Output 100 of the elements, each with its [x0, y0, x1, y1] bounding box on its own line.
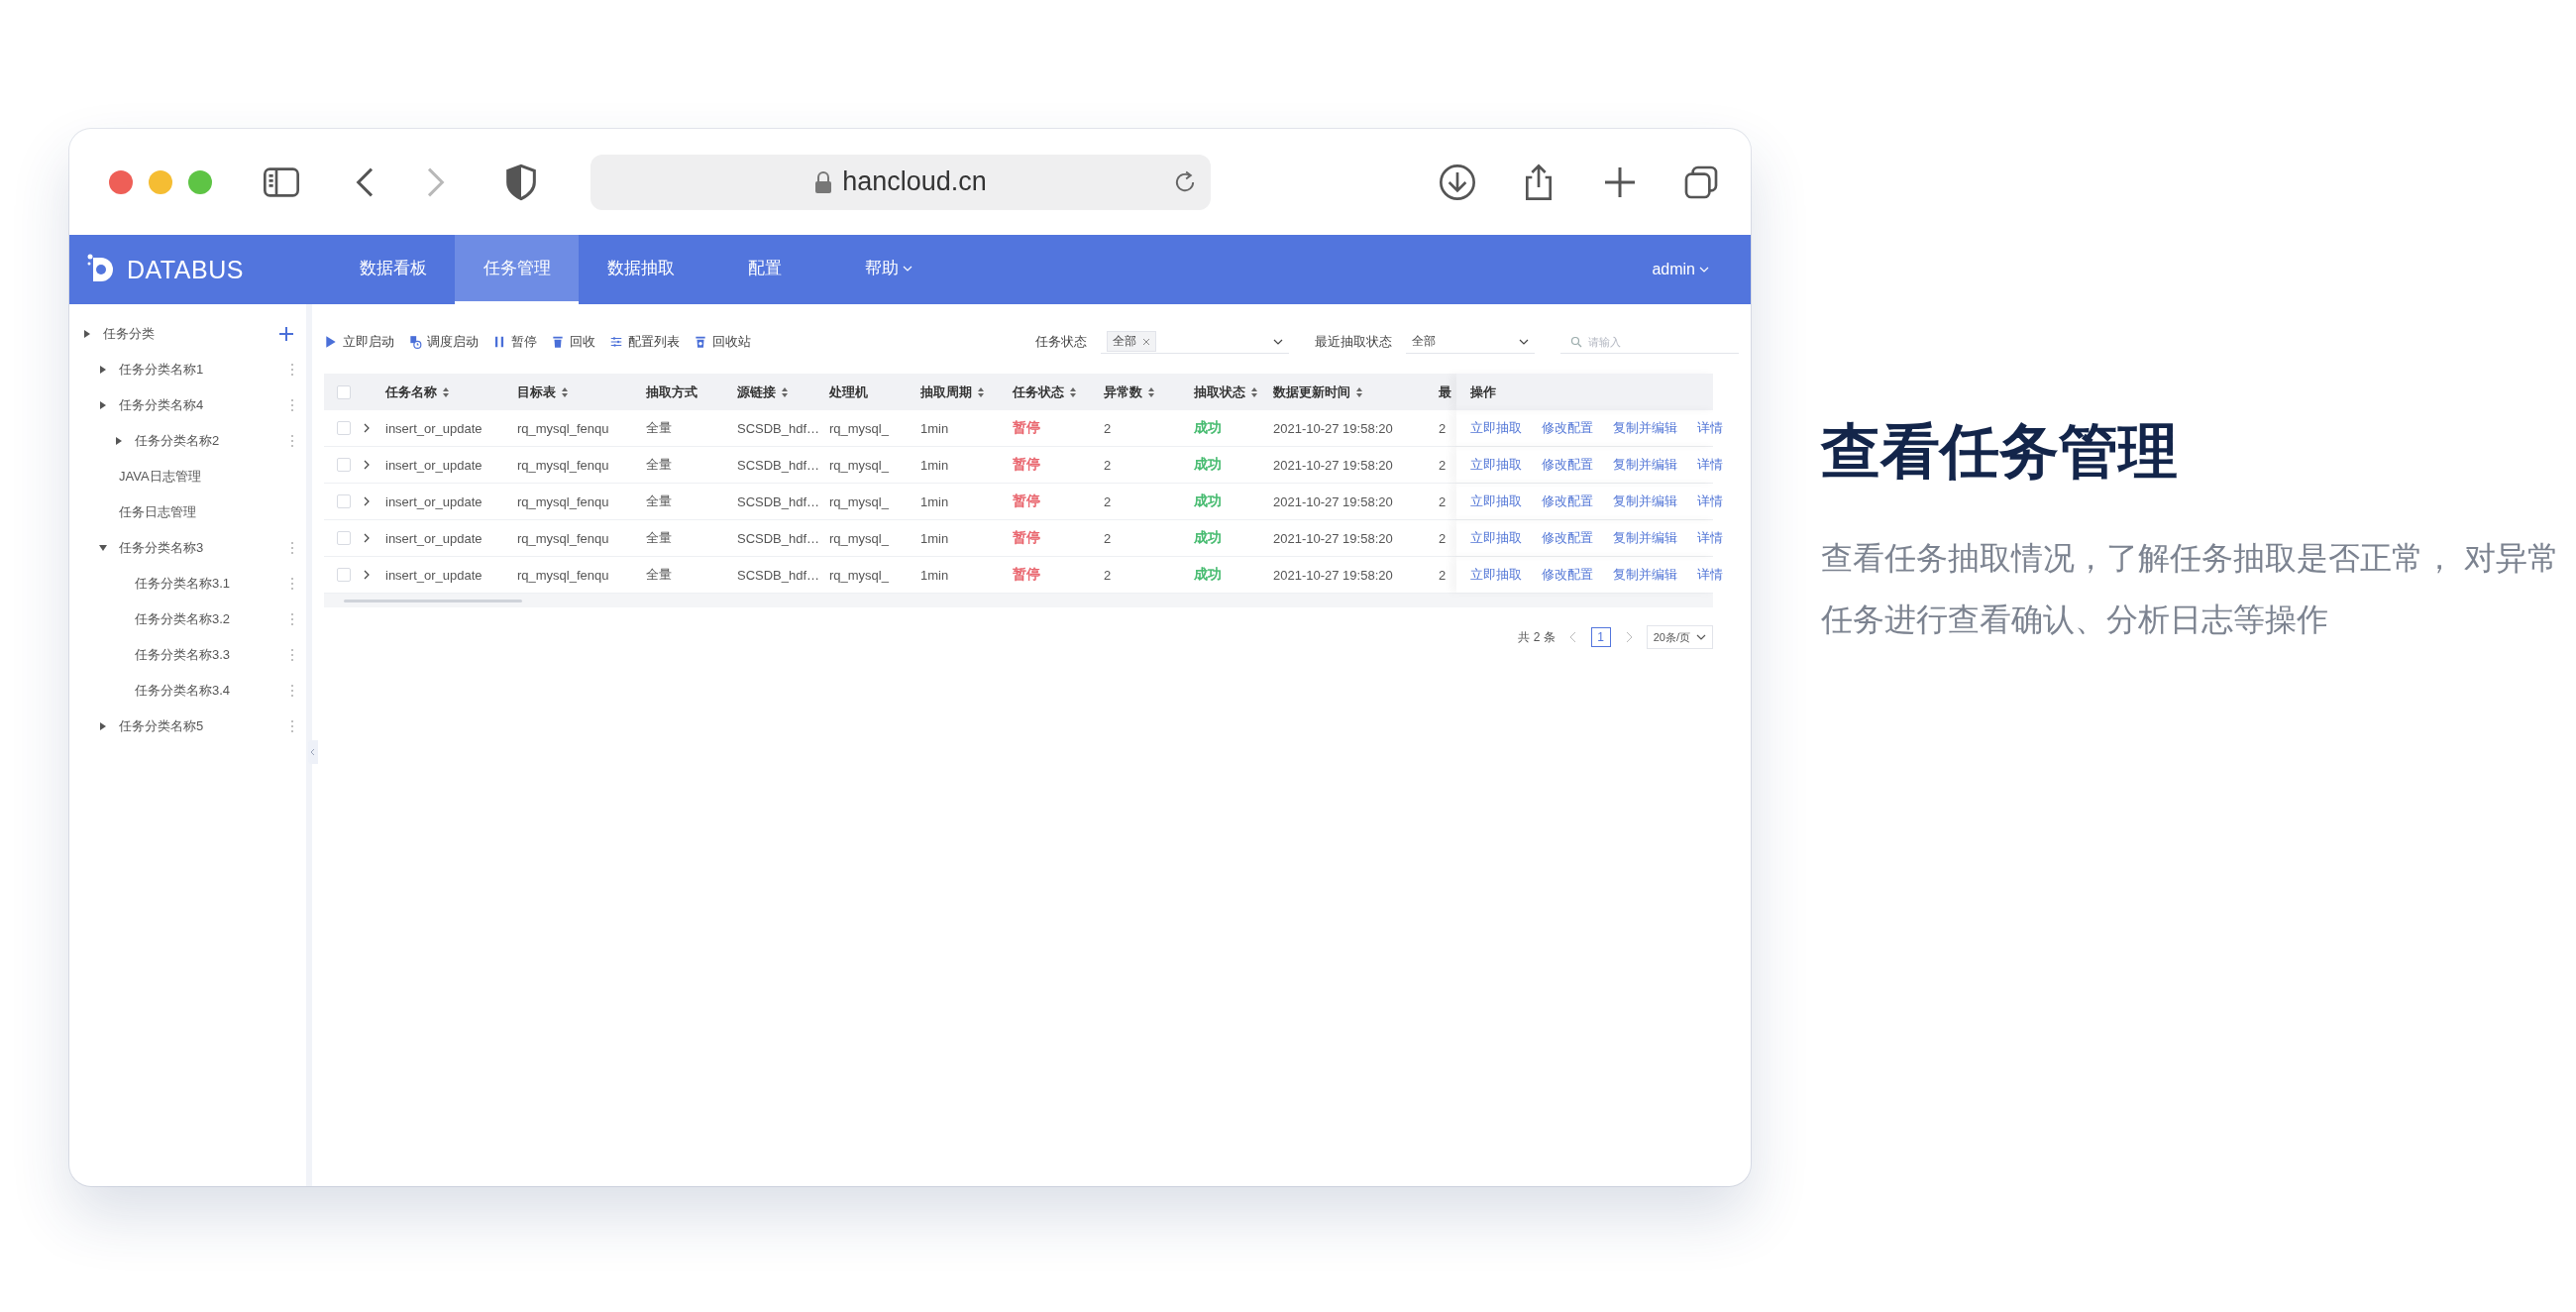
tree-item[interactable]: 任务分类名称5 — [119, 717, 204, 735]
expand-icon[interactable] — [364, 533, 371, 543]
page-size-select[interactable]: 20条/页 — [1646, 625, 1713, 649]
table-cell: 全量 — [646, 566, 672, 584]
page-button[interactable]: 1 — [1590, 627, 1611, 647]
tree-item[interactable]: 任务分类名称3.4 — [135, 682, 231, 700]
action-link[interactable]: 详情 — [1697, 566, 1723, 584]
tree-item[interactable]: 任务分类名称1 — [119, 361, 204, 379]
sort-icon[interactable] — [1069, 385, 1077, 398]
checkbox[interactable] — [337, 384, 351, 399]
toolbar-button[interactable]: 暂停 — [492, 333, 537, 351]
checkbox[interactable] — [337, 421, 351, 435]
expand-icon[interactable] — [364, 460, 371, 470]
action-link[interactable]: 立即抽取 — [1470, 492, 1522, 510]
checkbox[interactable] — [337, 458, 351, 472]
toolbar-button[interactable]: 配置列表 — [609, 333, 680, 351]
nav-tab[interactable]: 帮助 — [826, 235, 950, 304]
close-icon[interactable] — [1142, 337, 1150, 346]
column-header[interactable]: 数据更新时间 — [1273, 383, 1350, 401]
tree-item[interactable]: 任务日志管理 — [119, 503, 196, 521]
expand-icon[interactable] — [364, 496, 371, 506]
table-cell: 成功 — [1194, 419, 1222, 437]
column-header[interactable]: 异常数 — [1104, 383, 1142, 401]
table-cell: 1min — [920, 530, 949, 546]
column-header[interactable]: 任务名称 — [385, 383, 437, 401]
action-link[interactable]: 立即抽取 — [1470, 566, 1522, 584]
nav-tab[interactable]: 数据抽取 — [579, 235, 702, 304]
toolbar-button[interactable]: 回收站 — [694, 333, 751, 351]
tree-item[interactable]: JAVA日志管理 — [119, 468, 201, 486]
scrollbar[interactable] — [344, 599, 522, 602]
trash-icon — [694, 335, 707, 349]
table-cell: rq_mysql_fenqu — [517, 420, 609, 436]
nav-tab[interactable]: 数据看板 — [331, 235, 455, 304]
action-link[interactable]: 修改配置 — [1542, 492, 1593, 510]
expand-icon[interactable] — [364, 423, 371, 433]
column-header[interactable]: 抽取周期 — [920, 383, 972, 401]
sort-icon[interactable] — [1250, 385, 1258, 398]
action-link[interactable]: 详情 — [1697, 529, 1723, 547]
action-link[interactable]: 详情 — [1697, 419, 1723, 437]
sort-icon[interactable] — [1147, 385, 1155, 398]
table-cell: SCSDB_hdf… — [737, 457, 820, 473]
tree-item[interactable]: 任务分类名称2 — [135, 432, 220, 450]
sort-icon[interactable] — [977, 385, 985, 398]
action-link[interactable]: 立即抽取 — [1470, 529, 1522, 547]
table-cell: 成功 — [1194, 456, 1222, 474]
column-header[interactable]: 目标表 — [517, 383, 556, 401]
toolbar-button[interactable]: 回收 — [551, 333, 595, 351]
expand-arrow-icon[interactable] — [115, 437, 123, 445]
toolbar-button[interactable]: 立即启动 — [324, 333, 394, 351]
column-header[interactable]: 任务状态 — [1013, 383, 1064, 401]
filter-tag[interactable]: 全部 — [1107, 331, 1156, 352]
column-header: 最 — [1439, 383, 1451, 401]
nav-tab[interactable]: 配置 — [702, 235, 826, 304]
action-link[interactable]: 修改配置 — [1542, 419, 1593, 437]
add-icon[interactable] — [278, 326, 294, 342]
download-icon[interactable] — [1438, 162, 1477, 202]
close-button[interactable] — [109, 169, 133, 194]
caret-icon — [902, 264, 912, 273]
action-link[interactable]: 立即抽取 — [1470, 419, 1522, 437]
column-header[interactable]: 源链接 — [737, 383, 776, 401]
action-link[interactable]: 详情 — [1697, 492, 1723, 510]
expand-arrow-icon[interactable] — [99, 366, 107, 374]
action-link[interactable]: 复制并编辑 — [1613, 419, 1677, 437]
table-cell: rq_mysql_ — [829, 493, 889, 509]
action-link[interactable]: 复制并编辑 — [1613, 566, 1677, 584]
action-link[interactable]: 复制并编辑 — [1613, 529, 1677, 547]
checkbox[interactable] — [337, 531, 351, 545]
action-link[interactable]: 详情 — [1697, 456, 1723, 474]
action-link[interactable]: 修改配置 — [1542, 529, 1593, 547]
action-link[interactable]: 修改配置 — [1542, 566, 1593, 584]
user-menu[interactable]: admin — [1652, 235, 1709, 304]
expand-arrow-icon[interactable] — [99, 722, 107, 730]
table-cell: rq_mysql_ — [829, 420, 889, 436]
expand-arrow-icon[interactable] — [83, 330, 91, 338]
address-bar[interactable]: hancloud.cn — [590, 154, 1211, 210]
action-link[interactable]: 复制并编辑 — [1613, 456, 1677, 474]
toolbar-button[interactable]: 调度启动 — [408, 333, 479, 351]
action-link[interactable]: 复制并编辑 — [1613, 492, 1677, 510]
table-cell: 1min — [920, 420, 949, 436]
status-select[interactable]: 全部 — [1101, 330, 1289, 354]
sort-icon[interactable] — [1355, 385, 1363, 398]
column-header[interactable]: 抽取状态 — [1194, 383, 1245, 401]
sort-icon[interactable] — [781, 385, 789, 398]
sort-icon[interactable] — [561, 385, 569, 398]
checkbox[interactable] — [337, 494, 351, 508]
tree-item[interactable]: 任务分类名称4 — [119, 396, 204, 414]
checkbox[interactable] — [337, 568, 351, 582]
expand-arrow-icon[interactable] — [99, 401, 107, 409]
extract-status-select[interactable]: 全部 — [1406, 330, 1535, 354]
tree-item[interactable]: 任务分类名称3.1 — [135, 575, 231, 593]
tree-item[interactable]: 任务分类名称3.3 — [135, 646, 231, 664]
tree-item[interactable]: 任务分类名称3 — [119, 539, 204, 557]
action-link[interactable]: 修改配置 — [1542, 456, 1593, 474]
tree-title[interactable]: 任务分类 — [103, 325, 155, 343]
search-field[interactable]: 请输入 — [1560, 330, 1739, 354]
action-link[interactable]: 立即抽取 — [1470, 456, 1522, 474]
expand-arrow-icon[interactable] — [99, 544, 107, 552]
tree-item[interactable]: 任务分类名称3.2 — [135, 610, 231, 628]
sort-icon[interactable] — [442, 385, 450, 398]
expand-icon[interactable] — [364, 570, 371, 580]
